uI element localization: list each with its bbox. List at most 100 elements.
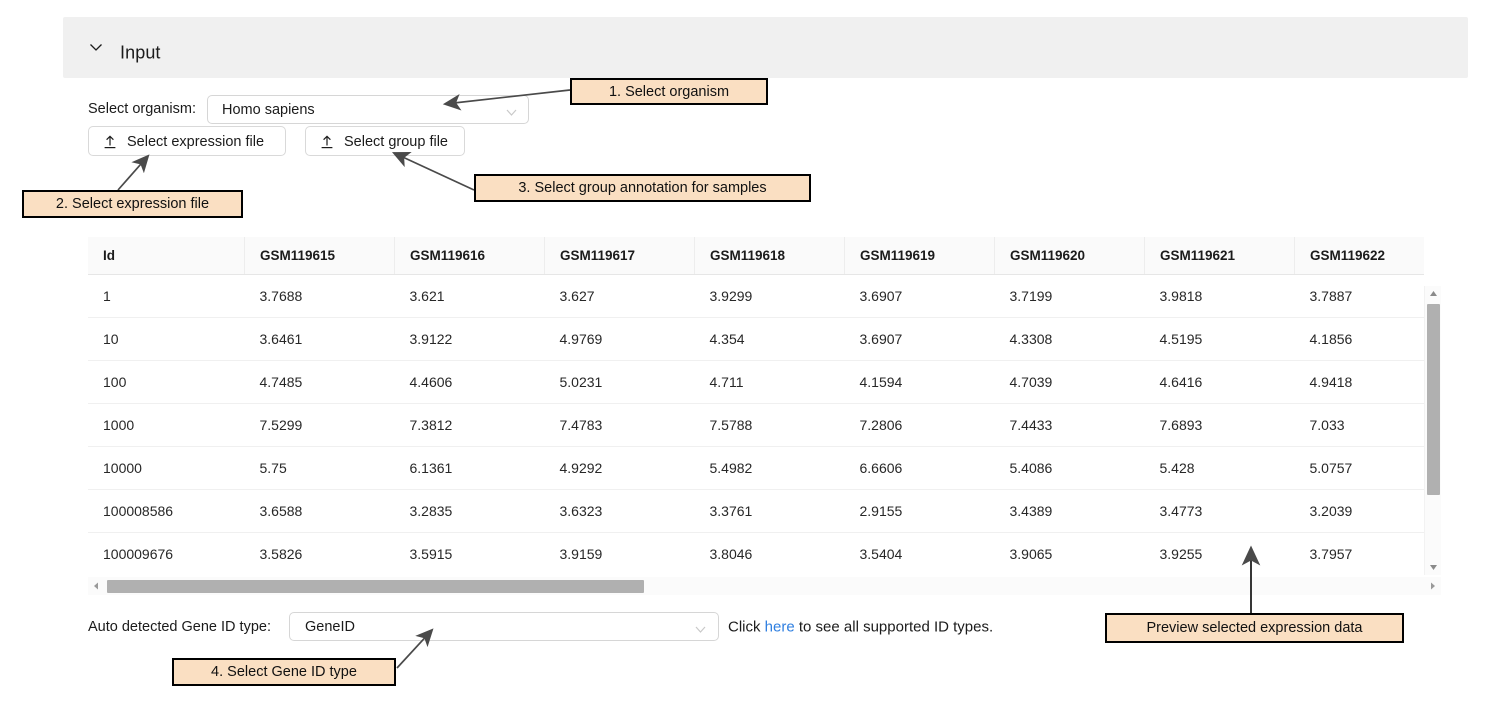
table-cell: 4.354	[695, 318, 845, 361]
table-cell: 3.7957	[1295, 533, 1425, 576]
column-header[interactable]: GSM119617	[545, 237, 695, 275]
input-panel-header[interactable]: Input	[63, 17, 1468, 78]
horizontal-scrollbar[interactable]	[88, 577, 1441, 595]
table-cell: 3.2835	[395, 490, 545, 533]
table-cell: 5.0231	[545, 361, 695, 404]
table-row[interactable]: 1000085863.65883.28353.63233.37612.91553…	[88, 490, 1424, 533]
table-cell: 4.711	[695, 361, 845, 404]
upload-icon	[103, 135, 117, 149]
table-cell: 100009676	[88, 533, 245, 576]
table-cell: 4.6416	[1145, 361, 1295, 404]
table-cell: 1000	[88, 404, 245, 447]
table-cell: 7.5788	[695, 404, 845, 447]
callout-select-organism: 1. Select organism	[570, 78, 768, 105]
here-link[interactable]: here	[765, 619, 795, 636]
table-cell: 4.5195	[1145, 318, 1295, 361]
column-header[interactable]: GSM119622	[1295, 237, 1425, 275]
table-cell: 7.5299	[245, 404, 395, 447]
triangle-left-icon[interactable]	[88, 577, 105, 595]
table-row[interactable]: 1000096763.58263.59153.91593.80463.54043…	[88, 533, 1424, 576]
chevron-down-icon	[694, 622, 707, 633]
column-header[interactable]: Id	[88, 237, 245, 275]
table-cell: 3.5915	[395, 533, 545, 576]
triangle-up-icon[interactable]	[1425, 286, 1442, 302]
table-cell: 4.9769	[545, 318, 695, 361]
select-group-file-button[interactable]: Select group file	[305, 126, 465, 156]
table-cell: 4.7039	[995, 361, 1145, 404]
table-cell: 3.3761	[695, 490, 845, 533]
table-row[interactable]: 103.64613.91224.97694.3543.69074.33084.5…	[88, 318, 1424, 361]
table-scroll-viewport[interactable]: IdGSM119615GSM119616GSM119617GSM119618GS…	[88, 237, 1424, 575]
organism-selected-value: Homo sapiens	[222, 102, 315, 118]
table-cell: 4.3308	[995, 318, 1145, 361]
table-cell: 3.7887	[1295, 275, 1425, 318]
column-header[interactable]: GSM119620	[995, 237, 1145, 275]
organism-label: Select organism:	[88, 101, 196, 117]
column-header[interactable]: GSM119616	[395, 237, 545, 275]
table-cell: 4.1594	[845, 361, 995, 404]
table-cell: 3.9255	[1145, 533, 1295, 576]
select-group-file-label: Select group file	[344, 134, 448, 150]
table-cell: 2.9155	[845, 490, 995, 533]
table-cell: 4.7485	[245, 361, 395, 404]
table-cell: 3.5826	[245, 533, 395, 576]
table-cell: 5.428	[1145, 447, 1295, 490]
vertical-scrollbar[interactable]	[1424, 286, 1441, 575]
table-body: 13.76883.6213.6273.92993.69073.71993.981…	[88, 275, 1424, 576]
table-cell: 3.6323	[545, 490, 695, 533]
table-cell: 4.9418	[1295, 361, 1425, 404]
hint-suffix: to see all supported ID types.	[795, 619, 993, 636]
organism-select[interactable]: Homo sapiens	[207, 95, 529, 124]
table-cell: 7.4433	[995, 404, 1145, 447]
table-row[interactable]: 13.76883.6213.6273.92993.69073.71993.981…	[88, 275, 1424, 318]
table-cell: 10000	[88, 447, 245, 490]
table-cell: 1	[88, 275, 245, 318]
table-cell: 3.9818	[1145, 275, 1295, 318]
table-cell: 3.9159	[545, 533, 695, 576]
table-cell: 3.9299	[695, 275, 845, 318]
table-cell: 6.1361	[395, 447, 545, 490]
table-cell: 3.6461	[245, 318, 395, 361]
callout-select-expression-file: 2. Select expression file	[22, 190, 243, 218]
table-cell: 100	[88, 361, 245, 404]
table-row[interactable]: 1004.74854.46065.02314.7114.15944.70394.…	[88, 361, 1424, 404]
triangle-right-icon[interactable]	[1424, 577, 1441, 595]
page-title: Input	[120, 43, 161, 64]
table-cell: 3.621	[395, 275, 545, 318]
table-cell: 4.9292	[545, 447, 695, 490]
column-header[interactable]: GSM119615	[245, 237, 395, 275]
column-header[interactable]: GSM119621	[1145, 237, 1295, 275]
vertical-scrollbar-thumb[interactable]	[1427, 304, 1440, 495]
table-cell: 10	[88, 318, 245, 361]
gene-id-type-label: Auto detected Gene ID type:	[88, 619, 271, 635]
callout-select-gene-id-type: 4. Select Gene ID type	[172, 658, 396, 686]
select-expression-file-label: Select expression file	[127, 134, 264, 150]
callout-preview-expression-data: Preview selected expression data	[1105, 613, 1404, 643]
upload-icon	[320, 135, 334, 149]
table-cell: 3.627	[545, 275, 695, 318]
table-row[interactable]: 100005.756.13614.92925.49826.66065.40865…	[88, 447, 1424, 490]
table-cell: 5.4086	[995, 447, 1145, 490]
table-cell: 6.6606	[845, 447, 995, 490]
table-cell: 3.2039	[1295, 490, 1425, 533]
gene-id-type-select[interactable]: GeneID	[289, 612, 719, 641]
callout-select-group-annotation: 3. Select group annotation for samples	[474, 174, 811, 202]
table-cell: 7.2806	[845, 404, 995, 447]
horizontal-scrollbar-thumb[interactable]	[107, 580, 644, 593]
table-row[interactable]: 10007.52997.38127.47837.57887.28067.4433…	[88, 404, 1424, 447]
table-cell: 5.4982	[695, 447, 845, 490]
table-cell: 4.1856	[1295, 318, 1425, 361]
table-cell: 7.3812	[395, 404, 545, 447]
gene-id-type-value: GeneID	[305, 619, 355, 635]
expression-table: IdGSM119615GSM119616GSM119617GSM119618GS…	[88, 237, 1424, 575]
triangle-down-icon[interactable]	[1425, 559, 1442, 575]
column-header[interactable]: GSM119619	[845, 237, 995, 275]
table-cell: 4.4606	[395, 361, 545, 404]
table-header-row: IdGSM119615GSM119616GSM119617GSM119618GS…	[88, 237, 1424, 275]
table-cell: 3.9122	[395, 318, 545, 361]
select-expression-file-button[interactable]: Select expression file	[88, 126, 286, 156]
table-cell: 3.6907	[845, 318, 995, 361]
column-header[interactable]: GSM119618	[695, 237, 845, 275]
table-cell: 3.5404	[845, 533, 995, 576]
table-cell: 100008586	[88, 490, 245, 533]
